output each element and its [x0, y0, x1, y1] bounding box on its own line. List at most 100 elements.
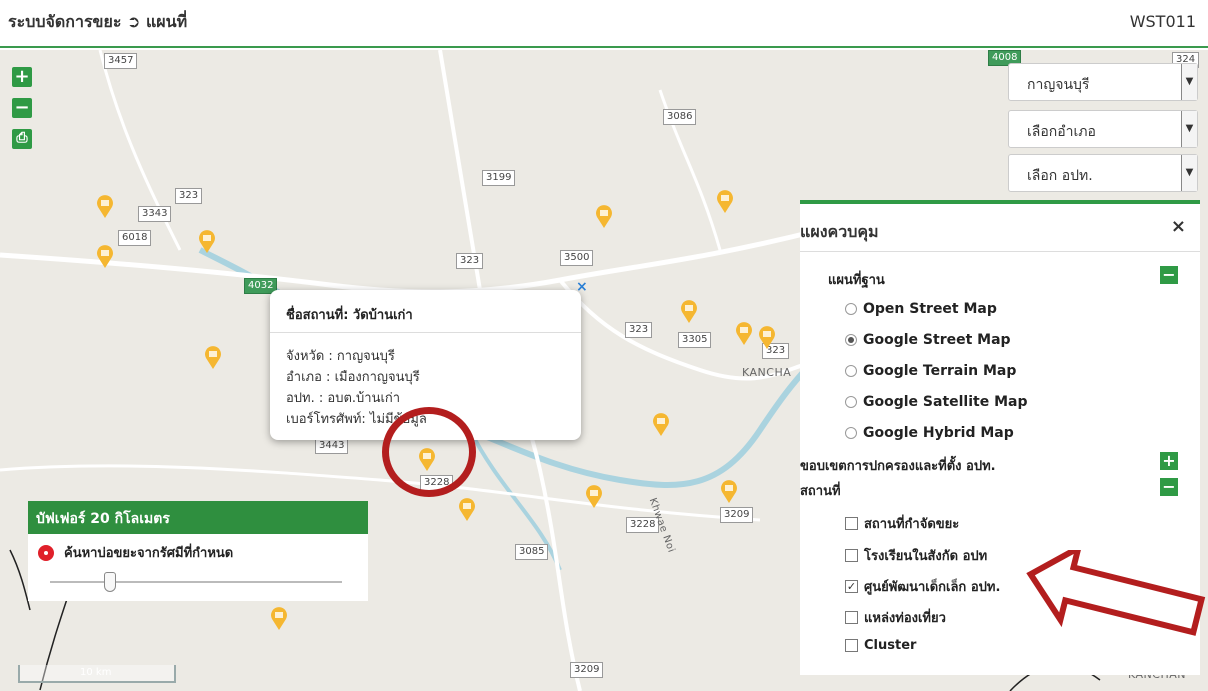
basemap-option-google-terrain[interactable]: Google Terrain Map	[845, 363, 1016, 379]
org-select-value: เลือก อปท.	[1027, 168, 1093, 184]
map-pin[interactable]	[720, 480, 738, 504]
checkbox[interactable]	[845, 549, 858, 562]
popup-title: ชื่อสถานที่: วัดบ้านเก่า	[286, 308, 413, 323]
place-option-tourism[interactable]: แหล่งท่องเที่ยว	[845, 607, 946, 628]
map-canvas[interactable]: 3457 3086 3199 323 3343 6018 3500 323 40…	[0, 50, 1208, 691]
map-pin[interactable]	[458, 498, 476, 522]
radio-button[interactable]	[845, 396, 857, 408]
road-label: 3443	[315, 438, 349, 454]
checkbox[interactable]	[845, 517, 858, 530]
map-pin[interactable]	[716, 190, 734, 214]
town-label: KANCHA	[742, 366, 792, 379]
places-title: สถานที่	[800, 484, 841, 499]
place-option-disposal[interactable]: สถานที่กำจัดขยะ	[845, 513, 959, 534]
buffer-panel: บัฟเฟอร์ 20 กิโลเมตร ค้นหาบ่อขยะจากรัศมี…	[28, 501, 368, 601]
basemap-label: Google Satellite Map	[863, 394, 1028, 410]
road-label: 6018	[118, 230, 152, 246]
map-pin[interactable]	[585, 485, 603, 509]
road-label: 3199	[482, 170, 516, 186]
print-button[interactable]: ⎙	[12, 129, 32, 149]
popup-province: จังหวัด : กาญจนบุรี	[286, 349, 395, 364]
radio-button[interactable]	[845, 427, 857, 439]
checkbox-checked[interactable]: ✓	[845, 580, 858, 593]
checkbox[interactable]	[845, 611, 858, 624]
road-label: 3305	[678, 332, 712, 348]
basemap-option-google-street[interactable]: Google Street Map	[845, 332, 1011, 348]
map-pin[interactable]	[270, 607, 288, 631]
expand-boundary-button[interactable]: +	[1160, 452, 1178, 470]
province-select[interactable]: กาญจนบุรี ▼	[1008, 63, 1198, 101]
map-scale: 10 km	[18, 665, 176, 683]
radio-button[interactable]	[845, 334, 857, 346]
control-panel-header: แผงควบคุม ×	[800, 204, 1200, 252]
collapse-base-map-button[interactable]: −	[1160, 266, 1178, 284]
radio-button[interactable]	[845, 303, 857, 315]
basemap-label: Open Street Map	[863, 301, 997, 317]
map-pin[interactable]	[96, 245, 114, 269]
basemap-option-google-hybrid[interactable]: Google Hybrid Map	[845, 425, 1014, 441]
page-title: ระบบจัดการขยะ ➲ แผนที่	[8, 12, 188, 31]
road-label: 3209	[720, 507, 754, 523]
basemap-option-google-satellite[interactable]: Google Satellite Map	[845, 394, 1028, 410]
popup-close-icon[interactable]: ×	[576, 279, 588, 295]
place-option-cluster[interactable]: Cluster	[845, 638, 916, 653]
district-select-value: เลือกอำเภอ	[1027, 124, 1096, 140]
basemap-label: Google Street Map	[863, 332, 1011, 348]
map-pin[interactable]	[680, 300, 698, 324]
place-option-school[interactable]: โรงเรียนในสังกัด อปท	[845, 545, 987, 566]
map-pin[interactable]	[652, 413, 670, 437]
map-pin[interactable]	[735, 322, 753, 346]
place-label: แหล่งท่องเที่ยว	[864, 611, 946, 626]
highlight-circle	[382, 407, 476, 497]
control-panel-title: แผงควบคุม	[800, 222, 879, 241]
map-pin[interactable]	[595, 205, 613, 229]
highlight-arrow	[1026, 550, 1206, 636]
checkbox[interactable]	[845, 639, 858, 652]
record-icon[interactable]	[38, 544, 54, 561]
base-map-title: แผนที่ฐาน	[828, 273, 885, 288]
road-label: 323	[456, 253, 484, 269]
place-option-childcare[interactable]: ✓ ศูนย์พัฒนาเด็กเล็ก อปท.	[845, 576, 1000, 597]
close-icon[interactable]: ×	[1171, 216, 1186, 237]
map-pin[interactable]	[198, 230, 216, 254]
road-label: 3209	[570, 662, 604, 678]
road-label: 3343	[138, 206, 172, 222]
buffer-search[interactable]: ค้นหาบ่อขยะจากรัศมีที่กำหนด	[38, 542, 233, 563]
district-select[interactable]: เลือกอำเภอ ▼	[1008, 110, 1198, 148]
popup-district: อำเภอ : เมืองกาญจนบุรี	[286, 370, 420, 385]
zoom-out-button[interactable]: −	[12, 98, 32, 118]
chevron-down-icon: ▼	[1181, 155, 1197, 191]
road-label: 3085	[515, 544, 549, 560]
road-label: 3500	[560, 250, 594, 266]
road-label: 3086	[663, 109, 697, 125]
radius-slider-track[interactable]	[50, 581, 342, 583]
page-code: WST011	[1129, 12, 1196, 31]
place-label: สถานที่กำจัดขยะ	[864, 517, 960, 532]
header-bar: ระบบจัดการขยะ ➲ แผนที่ WST011	[0, 0, 1208, 48]
basemap-label: Google Hybrid Map	[863, 425, 1014, 441]
chevron-down-icon: ▼	[1181, 111, 1197, 147]
org-select[interactable]: เลือก อปท. ▼	[1008, 154, 1198, 192]
popup-divider	[270, 332, 581, 333]
collapse-places-button[interactable]: −	[1160, 478, 1178, 496]
basemap-label: Google Terrain Map	[863, 363, 1017, 379]
place-label: ศูนย์พัฒนาเด็กเล็ก อปท.	[864, 580, 1001, 595]
buffer-title: บัฟเฟอร์ 20 กิโลเมตร	[28, 501, 368, 534]
popup-org: อปท. : อบต.บ้านเก่า	[286, 391, 401, 406]
province-select-value: กาญจนบุรี	[1027, 77, 1090, 93]
road-label: 3457	[104, 53, 138, 69]
place-label: Cluster	[864, 638, 917, 653]
buffer-search-label: ค้นหาบ่อขยะจากรัศมีที่กำหนด	[64, 546, 234, 561]
road-label: 323	[625, 322, 653, 338]
place-label: โรงเรียนในสังกัด อปท	[864, 549, 988, 564]
map-pin[interactable]	[758, 326, 776, 350]
basemap-option-osm[interactable]: Open Street Map	[845, 301, 997, 317]
zoom-in-button[interactable]: +	[12, 67, 32, 87]
radio-button[interactable]	[845, 365, 857, 377]
road-label: 323	[175, 188, 203, 204]
boundary-title: ขอบเขตการปกครองและที่ตั้ง อปท.	[800, 459, 996, 474]
radius-slider-handle[interactable]	[104, 572, 116, 592]
map-pin[interactable]	[204, 346, 222, 370]
chevron-down-icon: ▼	[1181, 64, 1197, 100]
map-pin[interactable]	[96, 195, 114, 219]
